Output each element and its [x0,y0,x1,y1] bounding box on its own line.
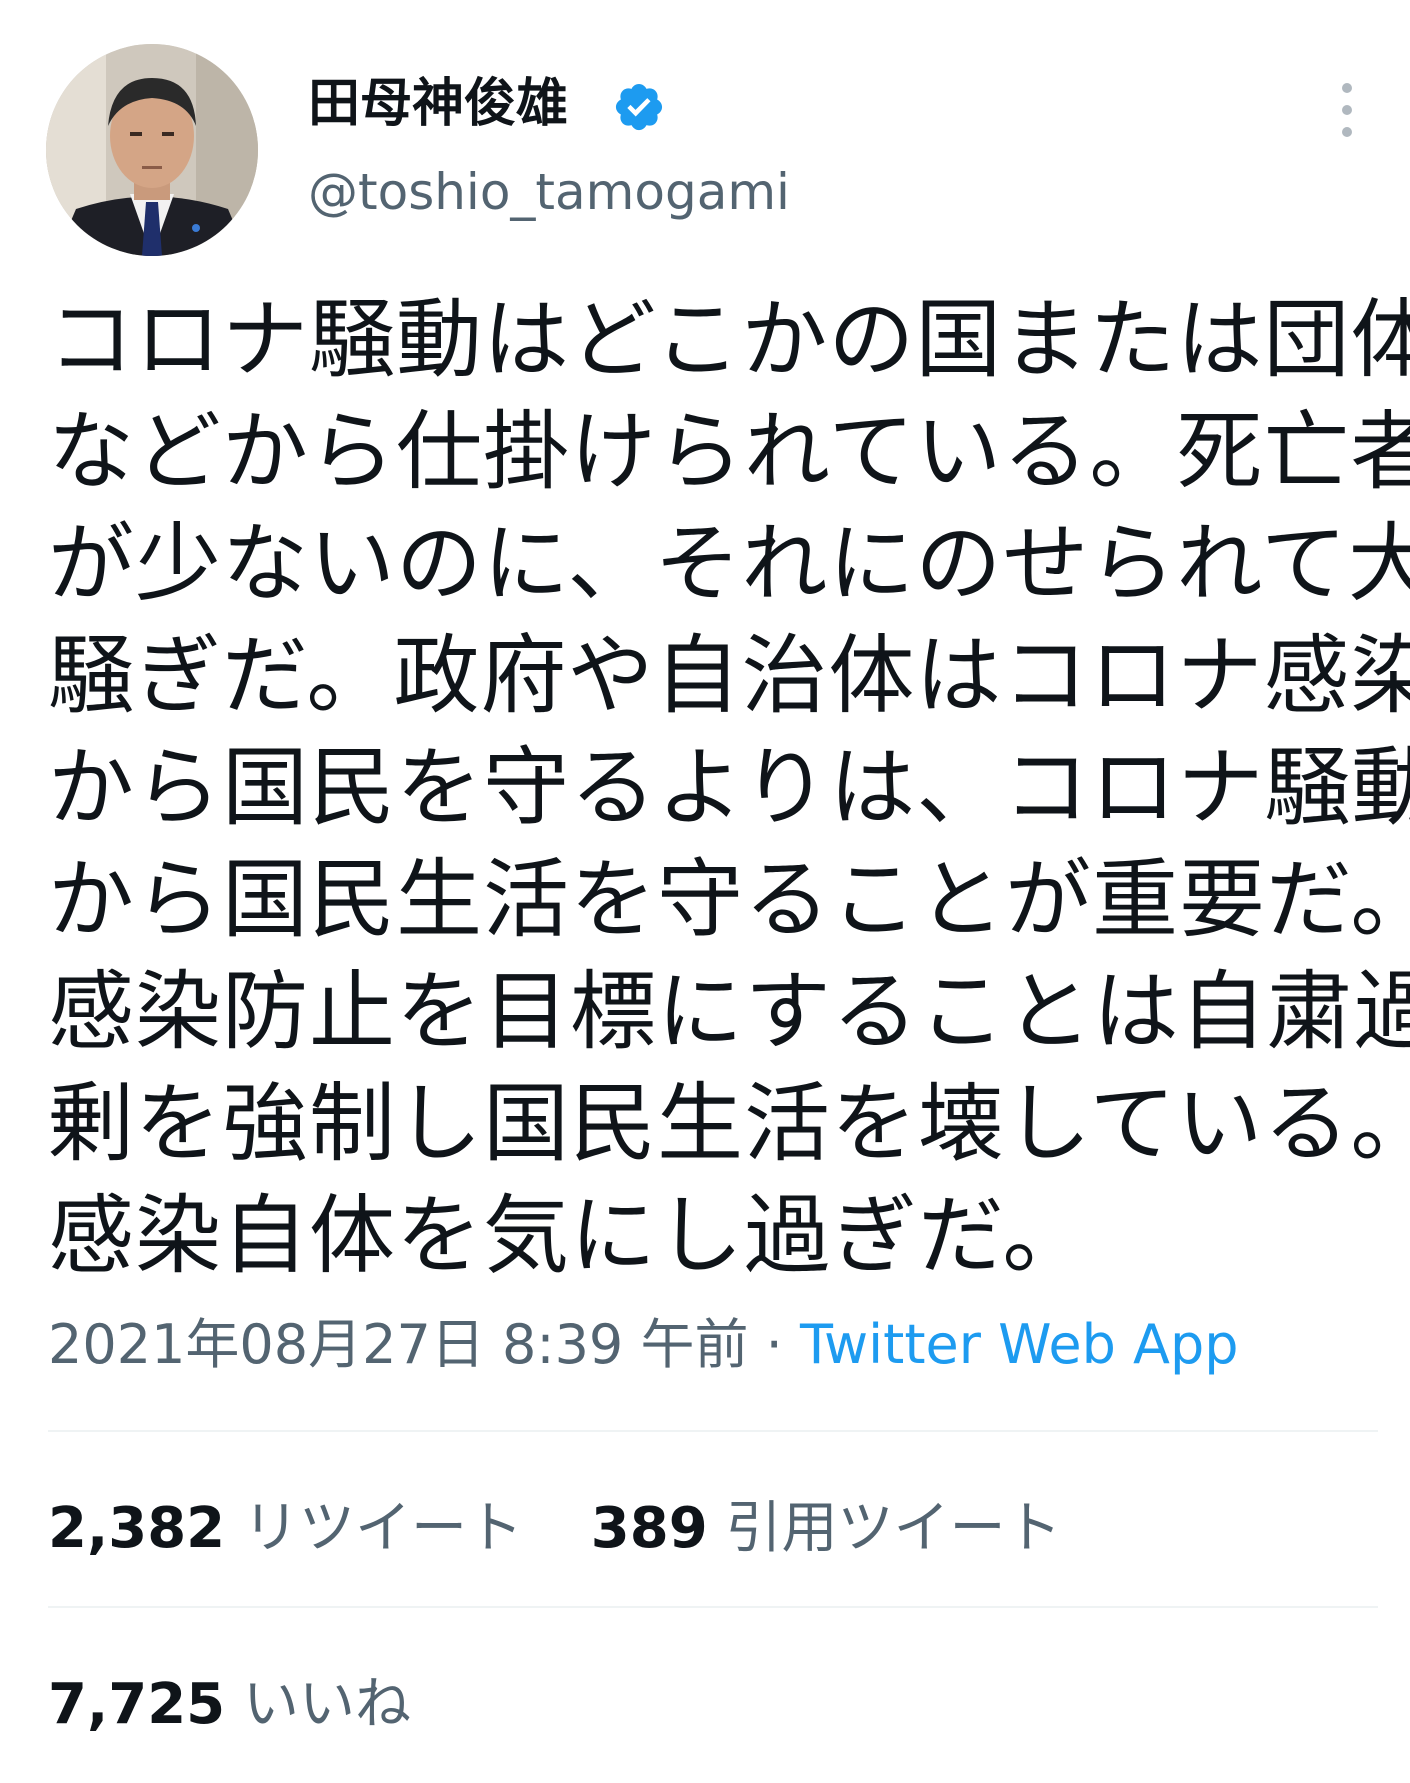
divider [48,1430,1378,1432]
tweet-text-line: 騒ぎだ。政府や自治体はコロナ感染 [48,626,1410,726]
more-options-icon[interactable] [1332,80,1362,140]
likes-count: 7,725 [48,1672,226,1737]
tweet-timestamp[interactable]: 2021年08月27日 8:39 午前 [48,1313,748,1376]
tweet-text: コロナ騒動はどこかの国または団体 などから仕掛けられている。死亡者 が少ないのに… [48,284,1410,1292]
likes-stats: 7,725 いいね [48,1670,461,1740]
likes-label: いいね [242,1672,411,1737]
tweet-text-line: から国民生活を守ることが重要だ。 [48,850,1410,950]
tweet-source-link[interactable]: Twitter Web App [800,1313,1239,1376]
profile-photo-icon [46,44,258,256]
tweet-text-line: 剰を強制し国民生活を壊している。 [48,1074,1410,1174]
retweets-stat[interactable]: 2,382 リツイート [48,1494,523,1564]
tweet-meta: 2021年08月27日 8:39 午前 · Twitter Web App [48,1310,1239,1380]
verified-badge-icon [615,83,663,131]
avatar[interactable] [46,44,258,256]
divider [48,1606,1378,1608]
meta-separator: · [765,1313,783,1376]
tweet-text-line: 感染自体を気にし過ぎだ。 [48,1186,1090,1286]
retweets-count: 2,382 [48,1496,226,1561]
display-name[interactable]: 田母神俊雄 [308,72,568,136]
quotes-stat[interactable]: 389 引用ツイート [591,1494,1062,1564]
tweet-text-line: などから仕掛けられている。死亡者 [48,402,1410,502]
tweet-text-line: コロナ騒動はどこかの国または団体 [48,290,1410,390]
tweet-text-line: が少ないのに、それにのせられて大 [48,514,1410,614]
user-handle[interactable]: @toshio_tamogami [308,162,790,222]
retweets-label: リツイート [242,1496,523,1561]
tweet-detail: 田母神俊雄 @toshio_tamogami コロナ騒動はどこかの国または団体 … [0,0,1410,1783]
quotes-label: 引用ツイート [725,1496,1062,1561]
engagement-stats: 2,382 リツイート 389 引用ツイート [48,1494,1111,1564]
likes-stat[interactable]: 7,725 いいね [48,1670,411,1740]
quotes-count: 389 [590,1496,708,1561]
tweet-text-line: 感染防止を目標にすることは自粛過 [48,962,1410,1062]
tweet-text-line: から国民を守るよりは、コロナ騒動 [48,738,1410,838]
